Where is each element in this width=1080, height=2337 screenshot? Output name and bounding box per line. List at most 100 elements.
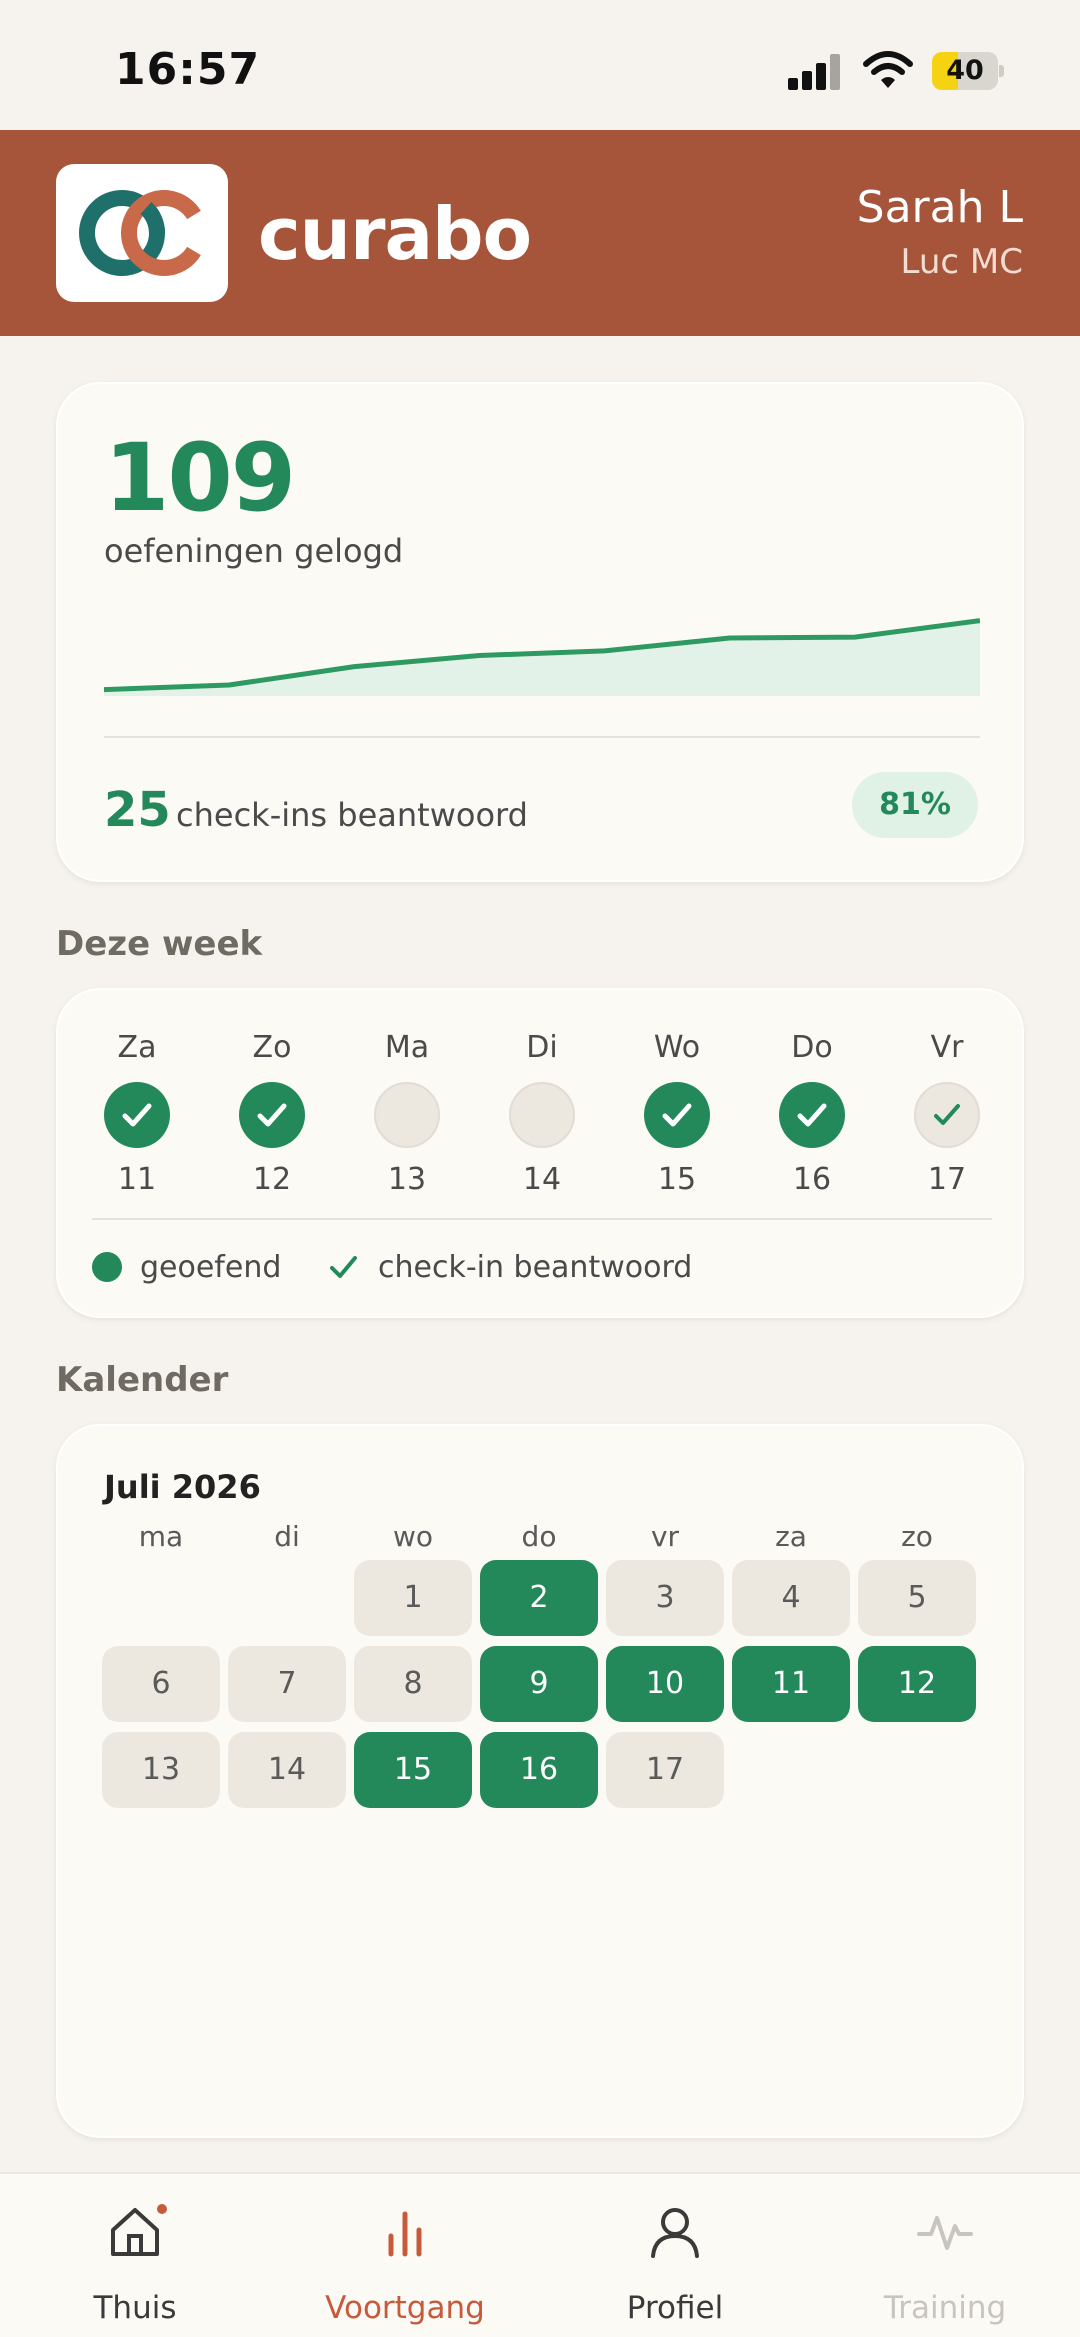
checkins-count: 25 — [104, 782, 171, 838]
day-status-circle — [104, 1082, 170, 1148]
calendar-day[interactable]: 1 — [354, 1560, 472, 1636]
day-number: 13 — [387, 1162, 427, 1197]
nav-label: Thuis — [93, 2290, 177, 2326]
check-icon — [122, 1103, 152, 1127]
nav-item-training[interactable]: Training — [810, 2174, 1080, 2337]
calendar-day[interactable]: 3 — [606, 1560, 724, 1636]
divider — [92, 1218, 992, 1220]
calendar-day[interactable]: 12 — [858, 1646, 976, 1722]
calendar-day[interactable]: 10 — [606, 1646, 724, 1722]
stats-card: 109 oefeningen gelogd 25 check-ins beant… — [56, 382, 1024, 882]
divider — [104, 736, 980, 738]
nav-label: Training — [883, 2290, 1007, 2326]
check-icon — [662, 1103, 692, 1127]
calendar-weekday-label: wo — [392, 1520, 434, 1553]
calendar-day[interactable]: 7 — [228, 1646, 346, 1722]
day-name: Zo — [252, 1030, 292, 1065]
user-name[interactable]: Sarah L — [857, 182, 1023, 233]
calendar-section-title: Kalender — [56, 1360, 229, 1400]
calendar-month: Juli 2026 — [104, 1468, 261, 1506]
day-number: 12 — [252, 1162, 292, 1197]
nav-label: Voortgang — [325, 2290, 485, 2326]
day-name: Wo — [653, 1030, 701, 1065]
calendar-day[interactable]: 17 — [606, 1732, 724, 1808]
check-icon — [330, 1256, 357, 1278]
battery-icon: 40 — [932, 52, 1004, 90]
day-status-circle — [239, 1082, 305, 1148]
exercise-trend-chart — [104, 618, 980, 696]
checkins-percent-badge: 81% — [852, 772, 978, 838]
day-name: Do — [791, 1030, 833, 1065]
calendar-card: Juli 2026 ma di wo do vr za zo 1 2 3 4 5 6 7 8 9 10 11 12 1… — [56, 1424, 1024, 2138]
calendar-weekday-label: di — [274, 1520, 300, 1553]
day-number: 14 — [522, 1162, 562, 1197]
day-status-circle — [374, 1082, 440, 1148]
check-icon — [257, 1103, 287, 1127]
day-status-circle — [914, 1082, 980, 1148]
app-header: curabo Sarah L Luc MC — [0, 130, 1080, 336]
week-day[interactable]: Vr 17 — [902, 1030, 992, 1197]
calendar-day[interactable]: 5 — [858, 1560, 976, 1636]
calendar-weekday-label: vr — [650, 1520, 680, 1553]
day-name: Ma — [384, 1030, 430, 1065]
nav-label: Profiel — [626, 2290, 724, 2326]
day-status-circle — [509, 1082, 575, 1148]
calendar-day[interactable]: 16 — [480, 1732, 598, 1808]
day-status-circle — [644, 1082, 710, 1148]
day-name: Vr — [930, 1030, 964, 1065]
week-day[interactable]: Ma 13 — [362, 1030, 452, 1197]
home-icon — [111, 2208, 159, 2256]
legend-practiced-label: geoefend — [140, 1250, 282, 1285]
user-icon — [651, 2208, 699, 2258]
day-status-circle — [779, 1082, 845, 1148]
week-day[interactable]: Wo 15 — [632, 1030, 722, 1197]
calendar-day[interactable]: 6 — [102, 1646, 220, 1722]
calendar-day[interactable]: 4 — [732, 1560, 850, 1636]
user-organization: Luc MC — [900, 242, 1023, 282]
nav-item-thuis[interactable]: Thuis — [0, 2174, 270, 2337]
calendar-day[interactable]: 2 — [480, 1560, 598, 1636]
calendar-weekday-label: za — [775, 1520, 807, 1553]
calendar-weekday-label: do — [521, 1520, 557, 1553]
exercises-label: oefeningen gelogd — [104, 532, 404, 570]
day-number: 15 — [657, 1162, 697, 1197]
app-logo — [56, 164, 228, 302]
week-day[interactable]: Za 11 — [92, 1030, 182, 1197]
exercises-count: 109 — [104, 424, 296, 533]
week-section-title: Deze week — [56, 924, 263, 964]
legend-checkin-label: check-in beantwoord — [378, 1250, 693, 1285]
notification-dot — [155, 2202, 169, 2216]
week-day[interactable]: Do 16 — [767, 1030, 857, 1197]
battery-level: 40 — [946, 55, 984, 86]
activity-icon — [917, 2216, 973, 2250]
app-name: curabo — [258, 192, 532, 276]
signal-icon — [788, 54, 842, 90]
legend-practiced-dot — [92, 1252, 122, 1282]
bar-chart-icon — [388, 2211, 422, 2257]
day-name: Di — [526, 1030, 558, 1065]
bottom-navigation: Thuis Voortgang Profiel Training — [0, 2172, 1080, 2337]
day-name: Za — [117, 1030, 157, 1065]
wifi-icon — [862, 50, 914, 90]
check-icon — [797, 1103, 827, 1127]
day-number: 16 — [792, 1162, 832, 1197]
checkins-label: check-ins beantwoord — [176, 796, 528, 834]
calendar-day[interactable]: 14 — [228, 1732, 346, 1808]
week-day[interactable]: Zo 12 — [227, 1030, 317, 1197]
calendar-day[interactable]: 9 — [480, 1646, 598, 1722]
check-icon — [934, 1104, 960, 1125]
calendar-day[interactable]: 13 — [102, 1732, 220, 1808]
calendar-day[interactable]: 11 — [732, 1646, 850, 1722]
week-card: Za 11 Zo 12 Ma 13 Di 14 Wo 15 Do 16 Vr 17 geoefend ch… — [56, 988, 1024, 1318]
calendar-day[interactable]: 15 — [354, 1732, 472, 1808]
day-number: 11 — [117, 1162, 157, 1197]
nav-item-profiel[interactable]: Profiel — [540, 2174, 810, 2337]
day-number: 17 — [927, 1162, 967, 1197]
calendar-weekday-label: zo — [901, 1520, 933, 1553]
nav-item-voortgang[interactable]: Voortgang — [270, 2174, 540, 2337]
calendar-weekday-label: ma — [138, 1520, 184, 1553]
calendar-day[interactable]: 8 — [354, 1646, 472, 1722]
status-bar: 16:57 40 — [0, 0, 1080, 130]
status-time: 16:57 — [115, 44, 261, 95]
week-day[interactable]: Di 14 — [497, 1030, 587, 1197]
